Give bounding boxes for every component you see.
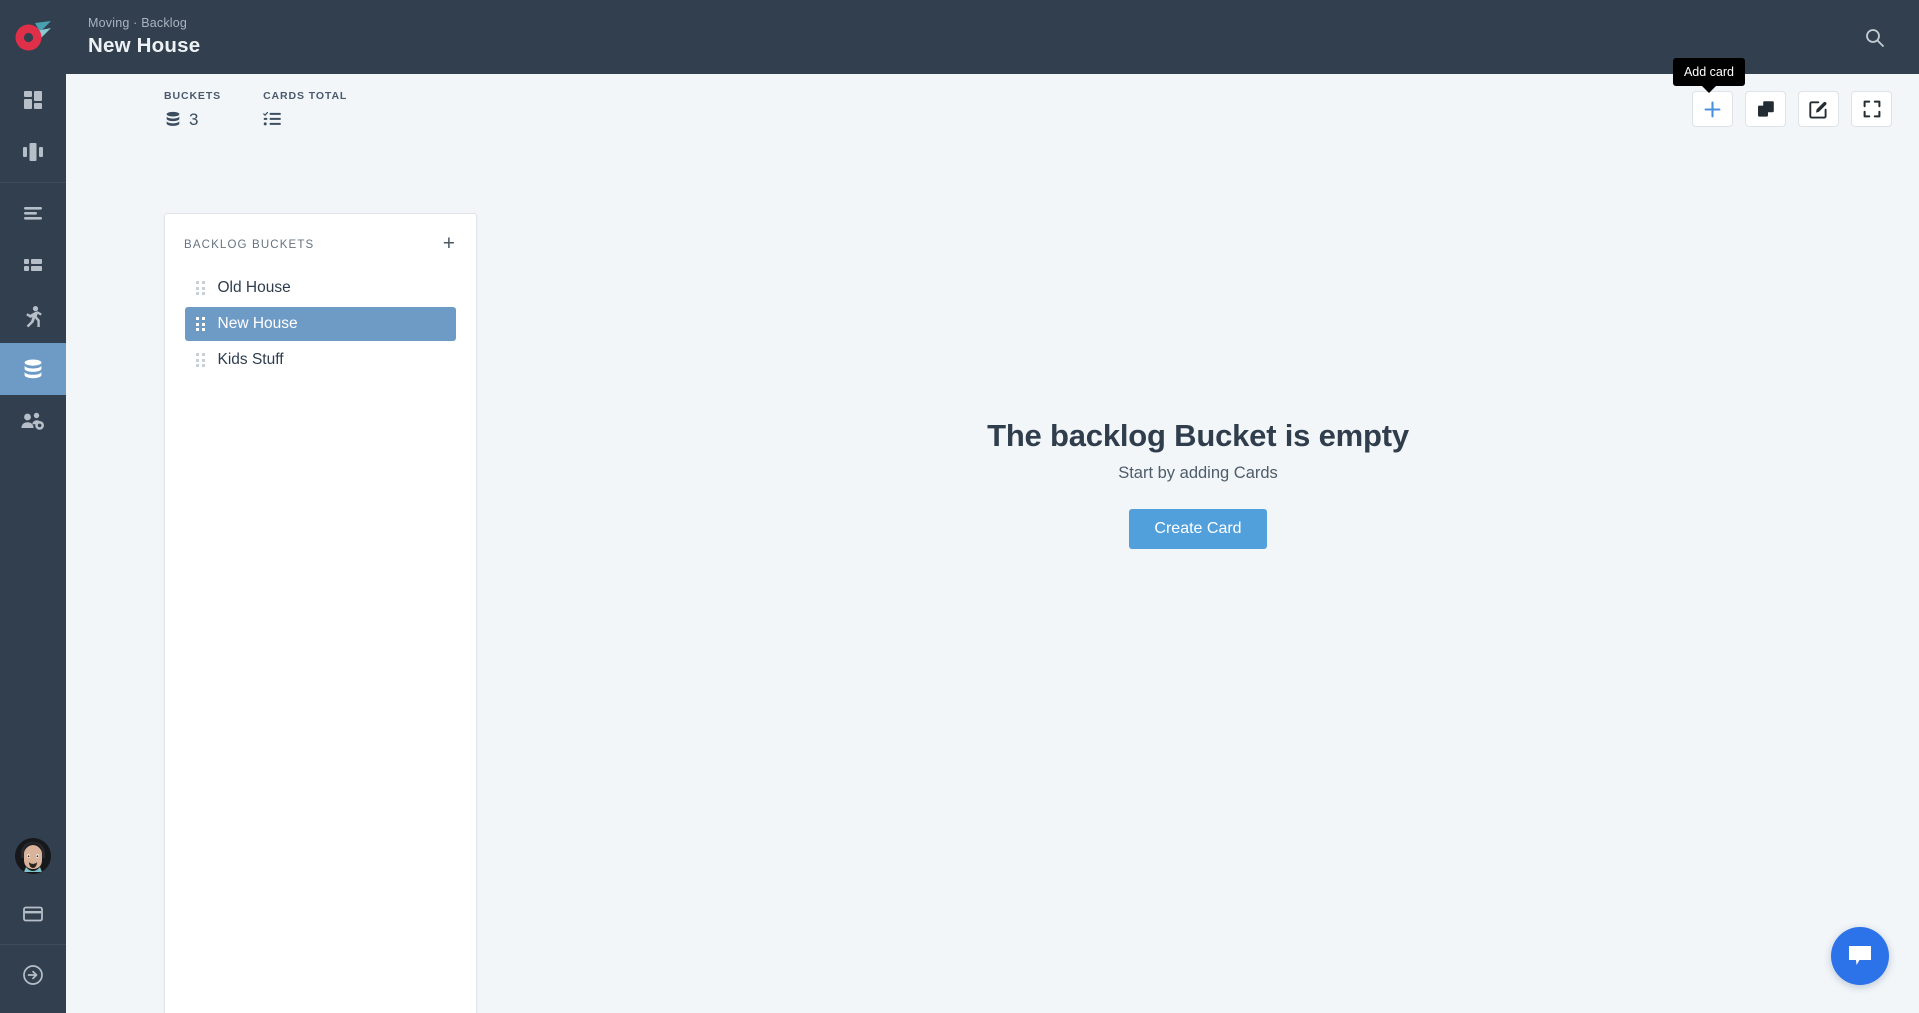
- credit-card-icon: [23, 906, 43, 922]
- breadcrumb: Moving · Backlog: [88, 15, 188, 30]
- users-gear-icon: [21, 412, 44, 430]
- stat-buckets-label: BUCKETS: [164, 90, 222, 102]
- bucket-label: New House: [217, 315, 298, 332]
- panel-title: BACKLOG BUCKETS: [184, 239, 315, 251]
- sidebar-item-logout[interactable]: [0, 949, 66, 1001]
- stat-cards-total-label: CARDS TOTAL: [263, 90, 348, 102]
- search-icon: [1865, 28, 1884, 47]
- sidebar-divider-1: [0, 182, 66, 183]
- user-avatar: [15, 838, 51, 874]
- app-logo[interactable]: [0, 0, 66, 74]
- database-stack-icon: [166, 111, 180, 126]
- main-column: Moving · Backlog New House BUCKETS 3 CAR…: [66, 0, 1919, 1013]
- card-toolbar: Add card: [1672, 58, 1892, 127]
- drag-handle-icon[interactable]: [196, 317, 205, 331]
- pencil-square-icon: [1809, 100, 1827, 119]
- duplicate-button[interactable]: [1745, 91, 1786, 127]
- bucket-list-item[interactable]: Old House: [185, 271, 456, 305]
- panel-header: BACKLOG BUCKETS +: [165, 214, 476, 265]
- search-button[interactable]: [1857, 20, 1891, 54]
- bucket-label: Old House: [217, 279, 291, 296]
- add-bucket-button[interactable]: +: [441, 233, 457, 257]
- empty-state-heading: The backlog Bucket is empty: [987, 418, 1409, 453]
- create-card-button[interactable]: Create Card: [1129, 509, 1267, 549]
- empty-state: The backlog Bucket is empty Start by add…: [477, 74, 1919, 1013]
- add-card-button[interactable]: [1692, 91, 1733, 127]
- bucket-label: Kids Stuff: [217, 351, 284, 368]
- checklist-icon: [263, 111, 281, 126]
- header-titles: Moving · Backlog New House: [88, 15, 201, 57]
- sidebar-item-table[interactable]: [0, 239, 66, 291]
- sidebar-divider-2: [0, 944, 66, 945]
- bucket-list-item[interactable]: New House: [185, 307, 456, 341]
- table-grid-icon: [24, 259, 42, 271]
- sidebar-group-primary: [0, 74, 66, 178]
- list-align-icon: [24, 207, 42, 220]
- sidebar-item-boards[interactable]: [0, 126, 66, 178]
- comet-logo-icon: [15, 21, 51, 51]
- bucket-list: Old House New House Kids Stuff: [165, 265, 476, 377]
- page-title: New House: [88, 33, 201, 57]
- sidebar-group-secondary: [0, 187, 66, 447]
- empty-state-subtext: Start by adding Cards: [1118, 464, 1278, 482]
- running-person-icon: [26, 306, 42, 328]
- avatar[interactable]: [15, 838, 51, 874]
- top-bar: Moving · Backlog New House: [66, 0, 1919, 74]
- database-stack-icon: [24, 359, 42, 379]
- logout-arrow-icon: [23, 965, 43, 985]
- stat-cards-total: CARDS TOTAL: [263, 90, 347, 130]
- drag-handle-icon[interactable]: [196, 353, 205, 367]
- chat-bubble-icon: [1849, 946, 1871, 965]
- expand-icon: [1863, 100, 1880, 118]
- stat-buckets: BUCKETS 3: [164, 90, 221, 130]
- edit-button[interactable]: [1798, 91, 1839, 127]
- sidebar-bottom: [0, 828, 66, 1013]
- plus-icon: [1704, 101, 1721, 117]
- backlog-buckets-panel: BACKLOG BUCKETS + Old House New House Ki…: [164, 213, 477, 1013]
- app-root: Moving · Backlog New House BUCKETS 3 CAR…: [0, 0, 1919, 1013]
- kanban-columns-icon: [23, 143, 43, 161]
- chat-button[interactable]: [1831, 927, 1889, 985]
- stats-strip: BUCKETS 3 CARDS TOTAL: [164, 90, 347, 130]
- sidebar-item-list[interactable]: [0, 187, 66, 239]
- sidebar-item-backlog[interactable]: [0, 343, 66, 395]
- fullscreen-button[interactable]: [1851, 91, 1892, 127]
- sidebar-item-activity[interactable]: [0, 291, 66, 343]
- drag-handle-icon[interactable]: [196, 281, 205, 295]
- stat-buckets-value: 3: [189, 109, 199, 129]
- content-area: BUCKETS 3 CARDS TOTAL Add card BACKLOG B…: [66, 58, 1919, 1013]
- sidebar-item-dashboard[interactable]: [0, 74, 66, 126]
- stat-buckets-row: 3: [164, 108, 221, 130]
- tooltip-add-card: Add card: [1672, 58, 1745, 86]
- sidebar-item-team[interactable]: [0, 395, 66, 447]
- left-sidebar: [0, 0, 66, 1013]
- sidebar-item-billing[interactable]: [0, 888, 66, 940]
- stat-cards-total-row: [263, 108, 347, 130]
- dashboard-grid-icon: [24, 91, 42, 109]
- copy-icon: [1757, 101, 1774, 117]
- bucket-list-item[interactable]: Kids Stuff: [185, 343, 456, 377]
